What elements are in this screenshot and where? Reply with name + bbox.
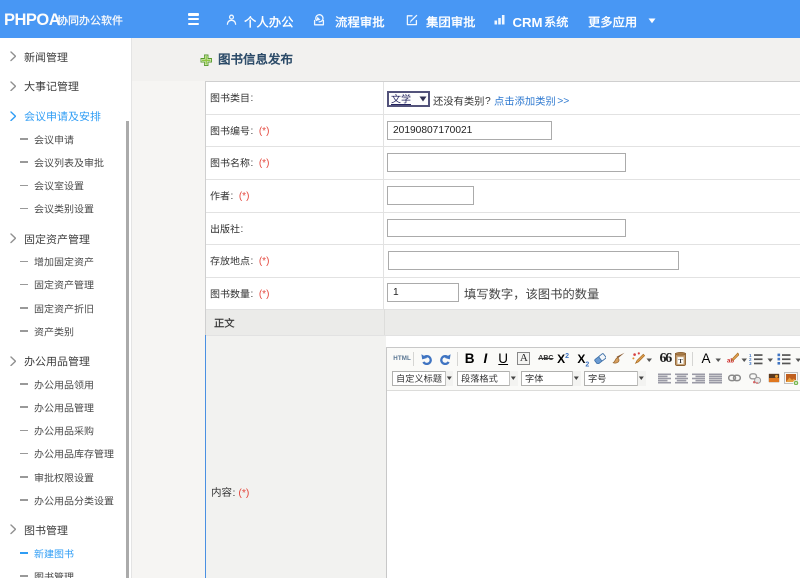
svg-text:3: 3 — [749, 361, 752, 365]
svg-text:T: T — [678, 358, 683, 365]
